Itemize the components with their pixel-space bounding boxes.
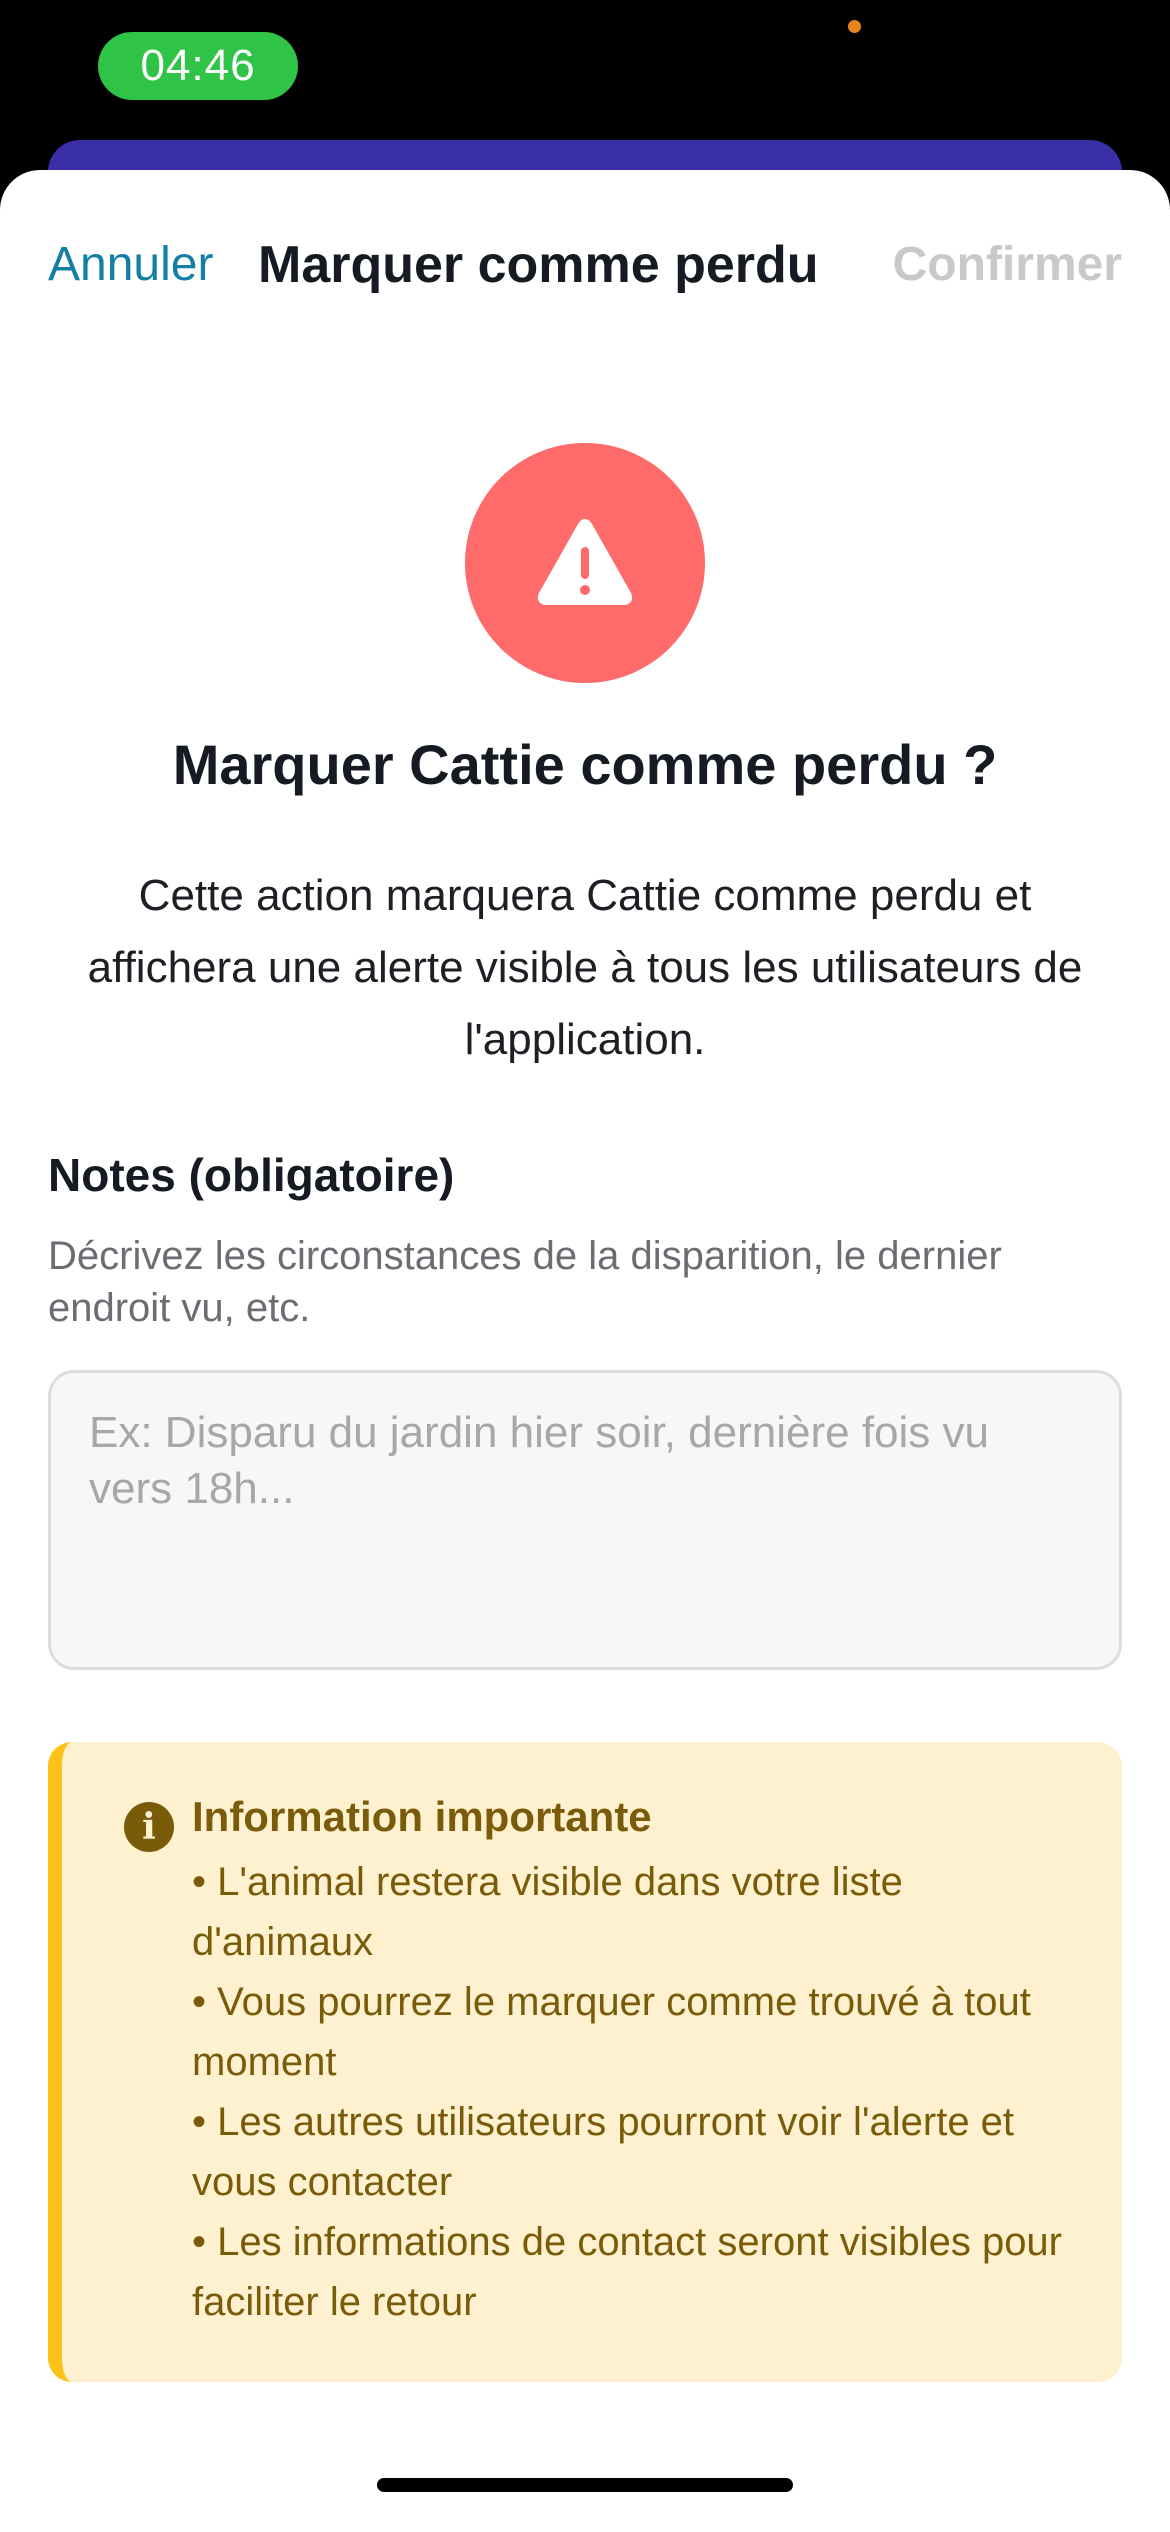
modal-title: Marquer comme perdu [258,236,819,294]
info-callout: i Information importante • L'animal rest… [48,1742,1122,2382]
privacy-indicator-dot [848,20,861,33]
notes-input[interactable] [48,1370,1122,1670]
notes-label: Notes (obligatoire) [48,1149,455,1201]
info-list: • L'animal restera visible dans votre li… [192,1852,1072,2332]
modal-nav-bar: Annuler Marquer comme perdu Confirmer [0,225,1170,305]
confirmation-description: Cette action marquera Cattie comme perdu… [87,871,1083,1064]
warning-triangle-icon [537,519,633,605]
notes-help-text: Décrivez les circonstances de la dispari… [48,1234,1002,1330]
info-list-item: • Les autres utilisateurs pourront voir … [192,2100,1015,2204]
info-list-item: • Les informations de contact seront vis… [192,2220,1062,2324]
screen: 04:46 Annuler Marquer comme perdu Confir… [0,0,1170,2532]
warning-badge [465,443,705,683]
info-list-item: • L'animal restera visible dans votre li… [192,1860,903,1964]
home-indicator[interactable] [377,2478,793,2492]
info-icon: i [124,1802,174,1852]
status-time: 04:46 [98,32,298,100]
confirm-button[interactable]: Confirmer [893,225,1122,305]
info-title: Information importante [192,1793,652,1840]
cancel-button[interactable]: Annuler [48,225,213,305]
modal-sheet: Annuler Marquer comme perdu Confirmer Ma… [0,170,1170,2532]
info-list-item: • Vous pourrez le marquer comme trouvé à… [192,1980,1031,2084]
confirmation-headline: Marquer Cattie comme perdu ? [172,733,998,796]
